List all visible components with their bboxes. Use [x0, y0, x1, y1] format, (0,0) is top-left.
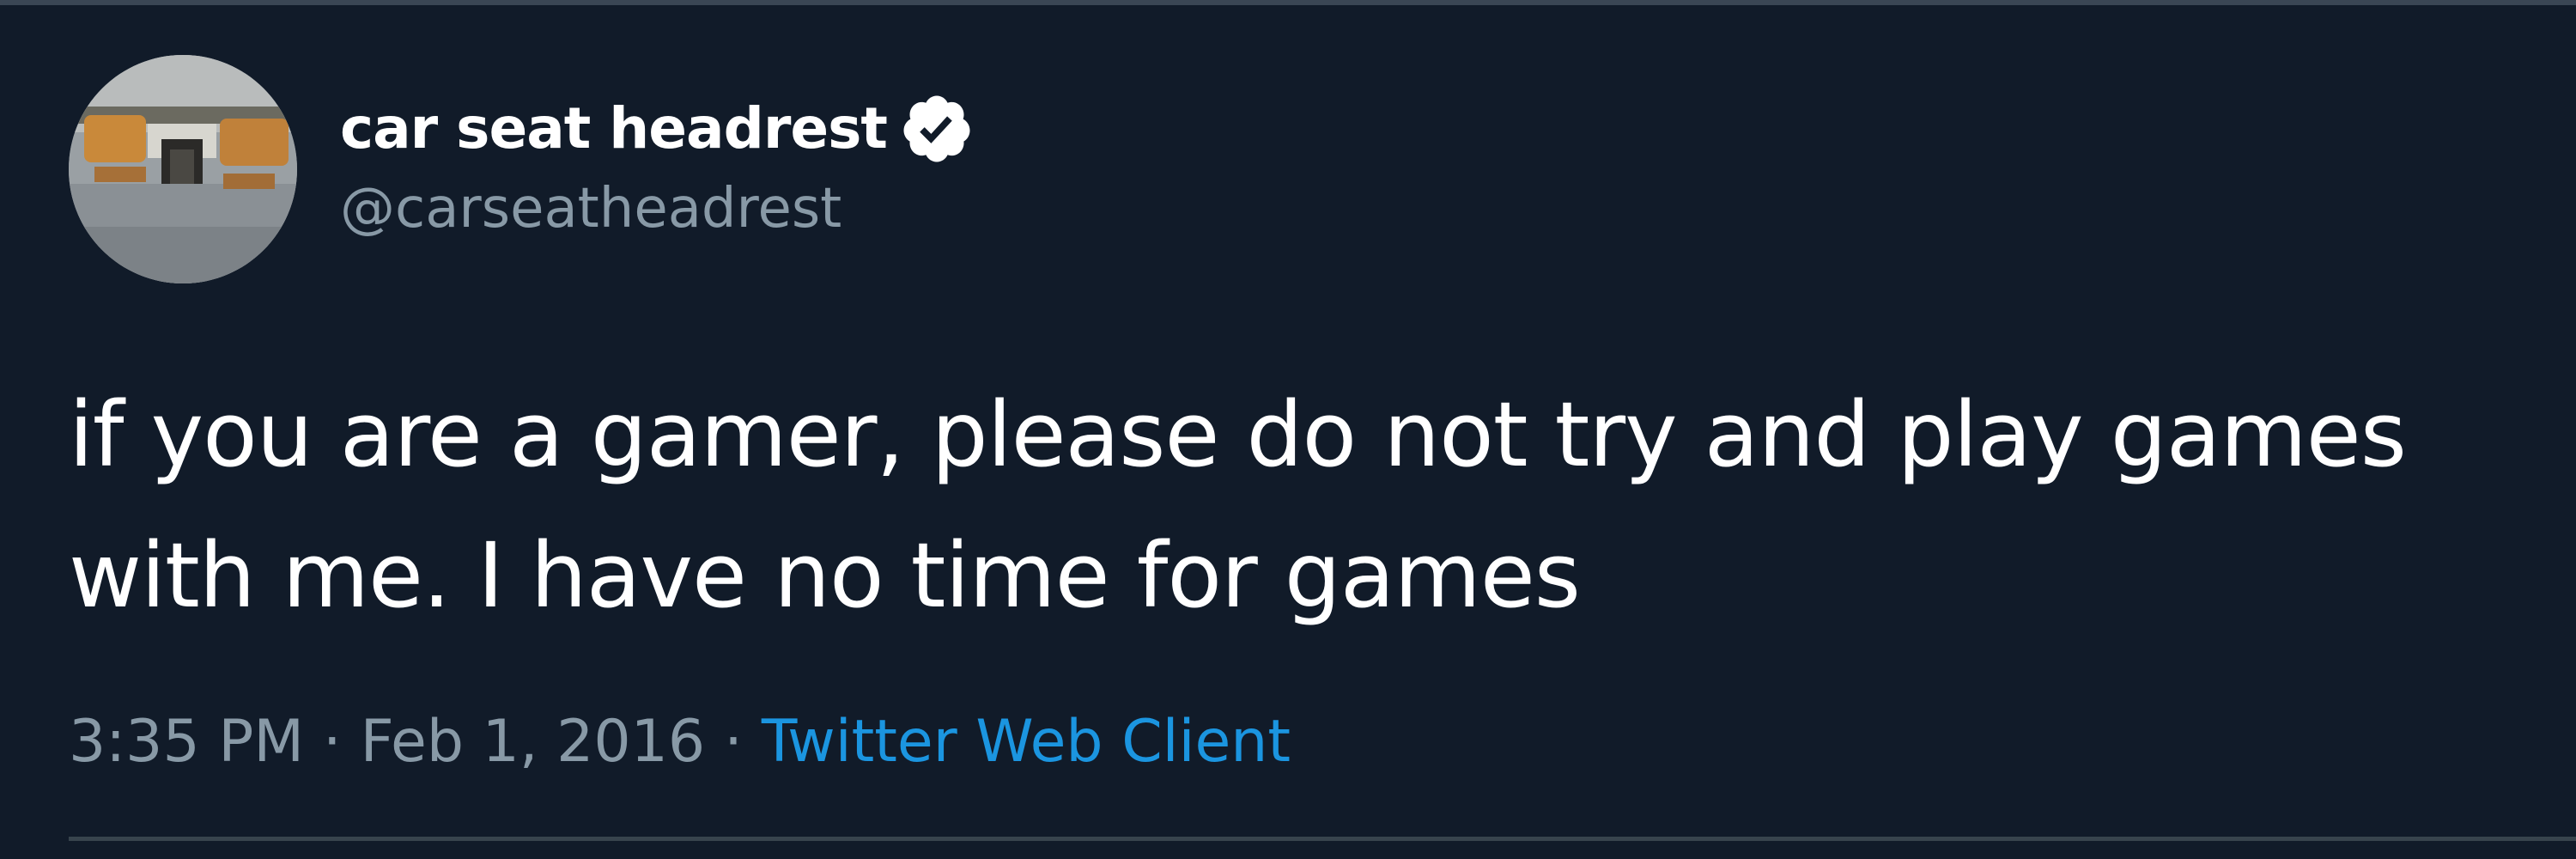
display-name-row: car seat headrest	[340, 91, 975, 167]
author-names: car seat headrest @carseatheadrest	[340, 91, 975, 239]
verified-badge-icon	[899, 91, 975, 167]
tweet-card: car seat headrest @carseatheadrest if yo…	[0, 0, 2576, 859]
tweet-header: car seat headrest @carseatheadrest	[69, 55, 975, 283]
tweet-source-link[interactable]: Twitter Web Client	[762, 708, 1291, 776]
tweet-date[interactable]: Feb 1, 2016	[361, 708, 706, 776]
avatar-photo-icon	[69, 55, 297, 283]
tweet-text: if you are a gamer, please do not try an…	[69, 382, 2433, 628]
author-avatar[interactable]	[69, 55, 297, 283]
tweet-meta: 3:35 PM · Feb 1, 2016 · Twitter Web Clie…	[69, 708, 1291, 776]
author-handle[interactable]: @carseatheadrest	[340, 178, 975, 239]
meta-separator: ·	[323, 708, 342, 776]
author-display-name[interactable]: car seat headrest	[340, 97, 888, 161]
tweet-time[interactable]: 3:35 PM	[69, 708, 304, 776]
divider	[69, 837, 2576, 841]
meta-separator: ·	[724, 708, 743, 776]
